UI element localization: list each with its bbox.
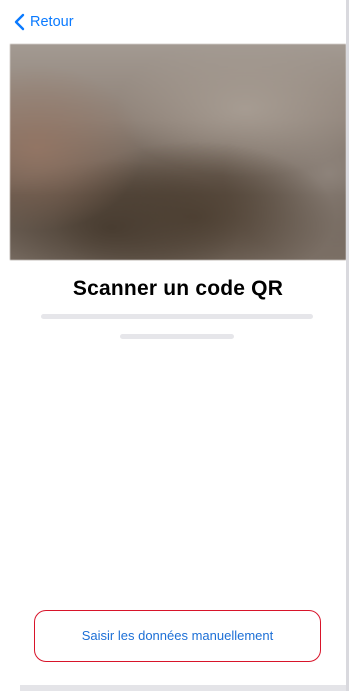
back-button[interactable]: Retour	[13, 11, 74, 33]
bottom-bar	[20, 685, 346, 691]
camera-preview[interactable]	[10, 44, 346, 260]
chevron-left-icon	[14, 13, 25, 31]
loading-placeholder-line	[41, 314, 313, 319]
manual-entry-button[interactable]: Saisir les données manuellement	[34, 610, 321, 662]
page-title: Scanner un code QR	[72, 277, 284, 300]
loading-placeholder-line	[120, 334, 234, 339]
manual-entry-button-label: Saisir les données manuellement	[81, 628, 274, 643]
scan-qr-screen: Retour Scanner un code QR Saisir les don…	[0, 0, 349, 691]
back-button-label: Retour	[30, 14, 74, 30]
